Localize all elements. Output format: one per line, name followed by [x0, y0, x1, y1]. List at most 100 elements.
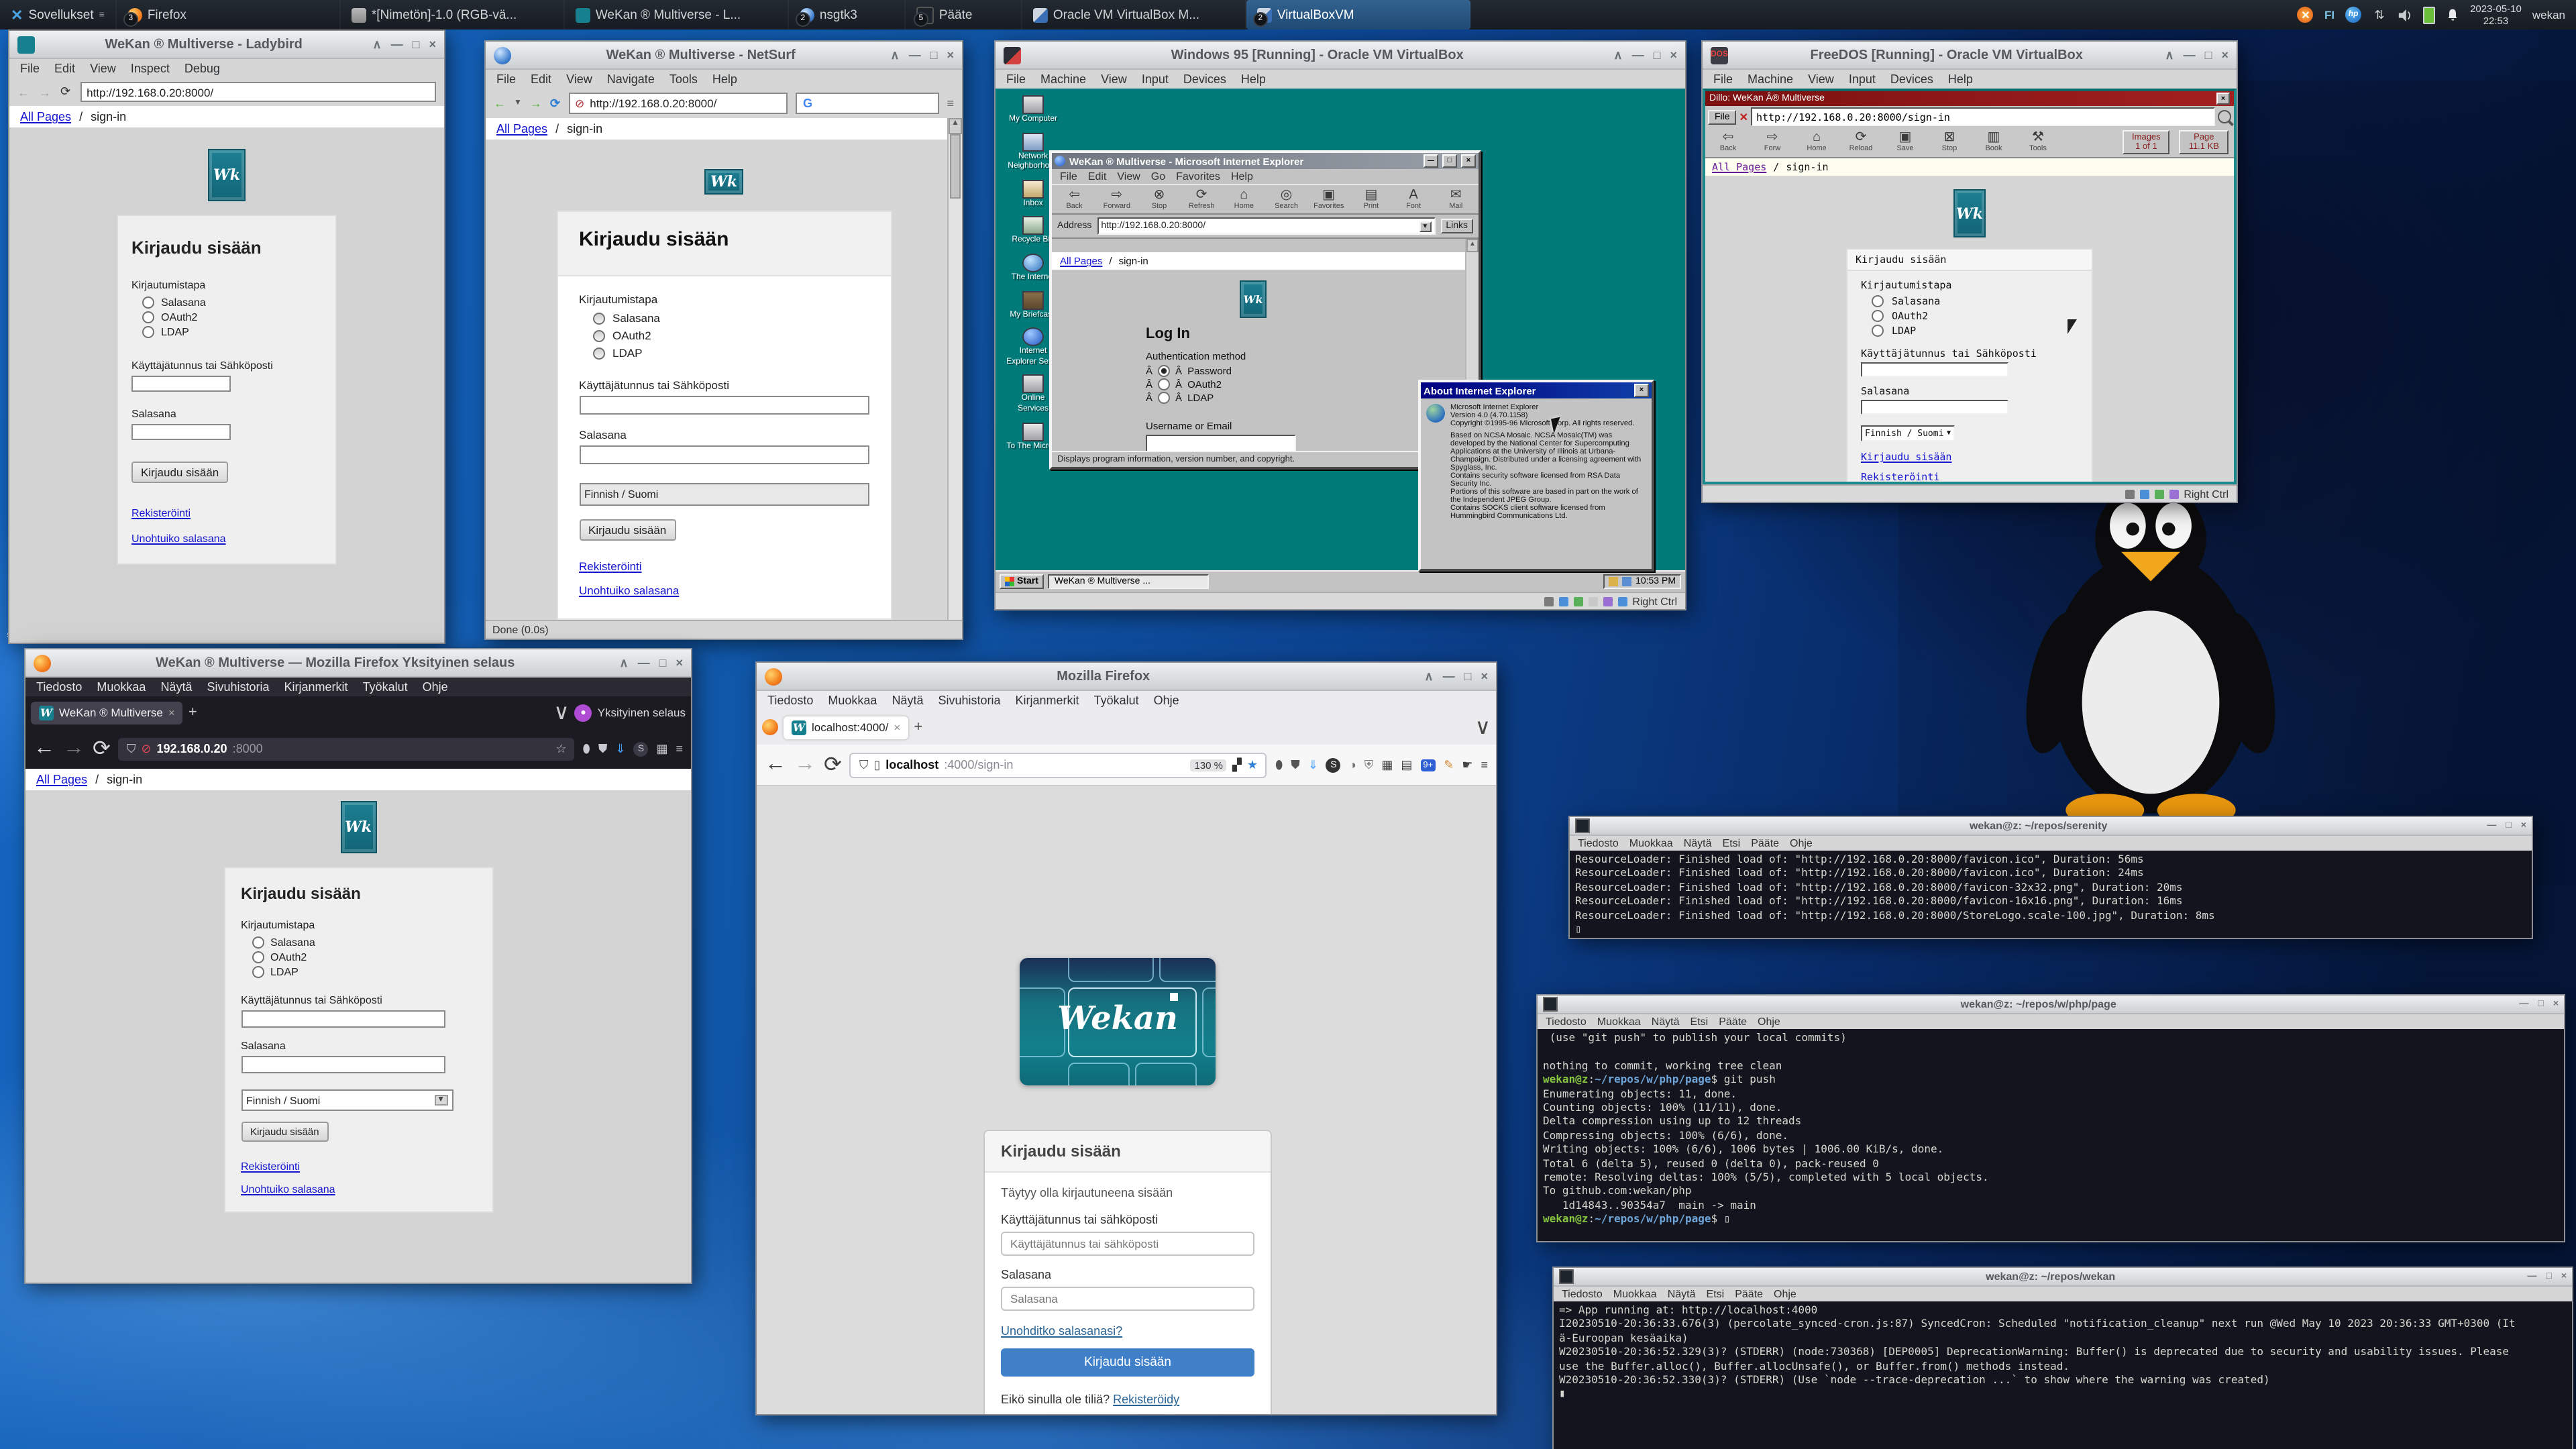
fingerprint-icon[interactable]: ⬮ — [583, 741, 590, 756]
menu-item[interactable]: Help — [712, 72, 737, 86]
firefox-titlebar[interactable]: Mozilla Firefox ∧—□× — [757, 663, 1496, 691]
scroll-thumb[interactable] — [950, 134, 961, 199]
all-pages-link[interactable]: All Pages — [1712, 161, 1766, 173]
menu-item[interactable]: Navigate — [607, 72, 655, 86]
register-link[interactable]: Rekisteröinti — [131, 507, 191, 519]
maximize-button[interactable]: □ — [413, 38, 420, 51]
vbox-titlebar[interactable]: Windows 95 [Running] - Oracle VM Virtual… — [996, 42, 1685, 70]
radio-label[interactable]: LDAP — [1187, 392, 1214, 404]
url-bar[interactable]: ⛉ ▯ localhost :4000/sign-in 130 % ▞ ★ — [850, 752, 1267, 777]
close-button[interactable]: × — [429, 38, 436, 51]
username-input[interactable] — [241, 1010, 445, 1028]
ladybird-titlebar[interactable]: WeKan ® Multiverse - Ladybird ∧—□× — [9, 31, 444, 59]
terminal-output[interactable]: => App running at: http://localhost:4000… — [1554, 1301, 2572, 1449]
extension-shield-icon[interactable]: ⛨ — [1364, 757, 1374, 772]
dillo-toolbar-button[interactable]: ▣Save — [1888, 130, 1923, 153]
menu-item[interactable]: Machine — [1748, 72, 1793, 86]
radio-oauth2[interactable] — [1872, 310, 1884, 322]
menu-item[interactable]: Muokkaa — [1629, 837, 1673, 849]
menu-item[interactable]: Tiedosto — [1546, 1016, 1587, 1028]
all-pages-link[interactable]: All Pages — [36, 773, 87, 786]
radio-password[interactable] — [252, 936, 264, 949]
app-menu-button[interactable]: ≡ — [676, 742, 683, 755]
menu-item[interactable]: View — [1117, 170, 1140, 182]
dillo-toolbar-button[interactable]: ⚒Tools — [2021, 130, 2055, 153]
menu-item[interactable]: Pääte — [1735, 1288, 1763, 1300]
all-pages-link[interactable]: All Pages — [20, 110, 71, 123]
menu-item[interactable]: Muokkaa — [1597, 1016, 1641, 1028]
reload-button[interactable]: ⟳ — [824, 751, 842, 778]
maximize-button[interactable]: □ — [2546, 1272, 2551, 1281]
username-input[interactable] — [131, 376, 231, 392]
taskbar-item-wekan[interactable]: WeKan ® Multiverse - L... — [565, 0, 789, 30]
hp-tray-icon[interactable]: hp — [2345, 7, 2361, 23]
menu-item[interactable]: Etsi — [1690, 1016, 1709, 1028]
back-button[interactable]: ← — [17, 85, 30, 99]
close-button[interactable]: × — [2216, 93, 2230, 105]
menu-item[interactable]: View — [1808, 72, 1834, 86]
username-input[interactable] — [579, 396, 869, 415]
menu-item[interactable]: View — [90, 62, 116, 75]
downloads-icon[interactable]: ⇓ — [615, 741, 625, 756]
ie-toolbar-button[interactable]: ⇦Back — [1057, 188, 1091, 211]
radio-label[interactable]: LDAP — [161, 326, 189, 338]
menu-item[interactable]: Ohje — [1758, 1016, 1780, 1028]
dillo-toolbar-button[interactable]: ⌂Home — [1799, 130, 1834, 153]
menu-item[interactable]: Debug — [184, 62, 220, 75]
menu-item[interactable]: Help — [1948, 72, 1973, 86]
shade-button[interactable]: ∧ — [1424, 669, 1433, 684]
bookmark-star-icon[interactable]: ☆ — [555, 741, 566, 756]
new-tab-button[interactable]: + — [189, 704, 197, 720]
page-info-icon[interactable]: ▯ — [873, 757, 880, 772]
register-link[interactable]: Rekisteröinti — [1861, 471, 1939, 482]
netsurf-titlebar[interactable]: WeKan ® Multiverse - NetSurf ∧—□× — [486, 42, 962, 70]
menu-item[interactable]: Devices — [1890, 72, 1933, 86]
forward-button[interactable]: → — [63, 737, 85, 761]
menu-item[interactable]: Inspect — [131, 62, 170, 75]
radio-oauth2[interactable] — [252, 951, 264, 963]
links-button[interactable]: Links — [1440, 219, 1473, 233]
menu-item[interactable]: Ohje — [1790, 837, 1813, 849]
tab-wekan[interactable]: W WeKan ® Multiverse × — [31, 701, 183, 724]
firefox-titlebar[interactable]: WeKan ® Multiverse — Mozilla Firefox Yks… — [25, 649, 691, 678]
menu-item[interactable]: Näytä — [160, 680, 192, 694]
radio-label[interactable]: LDAP — [270, 966, 299, 978]
tab-close-icon[interactable]: × — [894, 720, 900, 734]
menu-item[interactable]: Input — [1849, 72, 1876, 86]
menu-item[interactable]: Tiedosto — [36, 680, 82, 694]
menu-item[interactable]: Muokkaa — [1613, 1288, 1657, 1300]
new-tab-button[interactable]: + — [914, 719, 922, 735]
minimize-button[interactable]: — — [2487, 821, 2496, 830]
ublock-badge[interactable]: 9+ — [1420, 759, 1436, 771]
ie-toolbar-button[interactable]: ⇨Forward — [1099, 188, 1134, 211]
ie-toolbar-button[interactable]: ✉Mail — [1439, 188, 1473, 211]
url-bar[interactable]: ⊘http://192.168.0.20:8000/ — [568, 93, 788, 114]
scroll-up-arrow[interactable]: ▲ — [1466, 239, 1479, 252]
radio-ldap[interactable] — [142, 326, 154, 338]
radio-label[interactable]: Salasana — [612, 311, 660, 325]
radio-ldap[interactable] — [252, 966, 264, 978]
language-select[interactable]: Finnish / Suomi▼ — [241, 1089, 453, 1111]
minimize-button[interactable]: — — [391, 38, 403, 51]
terminal-titlebar[interactable]: wekan@z: ~/repos/serenity —□× — [1570, 817, 2532, 836]
password-input[interactable] — [131, 424, 231, 440]
reload-button[interactable]: ⟳ — [550, 96, 560, 111]
menu-item[interactable]: Etsi — [1707, 1288, 1725, 1300]
close-button[interactable]: × — [947, 48, 954, 62]
maximize-button[interactable]: □ — [1464, 669, 1472, 683]
ie-toolbar-button[interactable]: ⌂Home — [1227, 188, 1261, 211]
dillo-titlebar[interactable]: Dillo: WeKan Â® Multiverse × — [1705, 91, 2234, 106]
ie-toolbar-button[interactable]: ⟳Refresh — [1185, 188, 1219, 211]
signin-button[interactable]: Kirjaudu sisään — [579, 519, 676, 541]
all-pages-link[interactable]: All Pages — [1060, 255, 1102, 267]
extension-s-icon[interactable]: S — [1326, 757, 1341, 772]
menu-item[interactable]: Muokkaa — [97, 680, 146, 694]
radio-label[interactable]: LDAP — [1892, 325, 1916, 337]
scroll-up-arrow[interactable]: ▲ — [949, 118, 962, 134]
minimize-button[interactable]: — — [2527, 1272, 2536, 1281]
minimize-button[interactable]: — — [2519, 1000, 2528, 1009]
tab-localhost[interactable]: W localhost:4000/ × — [784, 716, 908, 739]
password-input[interactable] — [1001, 1287, 1254, 1311]
maximize-button[interactable]: □ — [930, 48, 938, 62]
shield-check-icon[interactable]: ⛊ — [1291, 757, 1300, 772]
